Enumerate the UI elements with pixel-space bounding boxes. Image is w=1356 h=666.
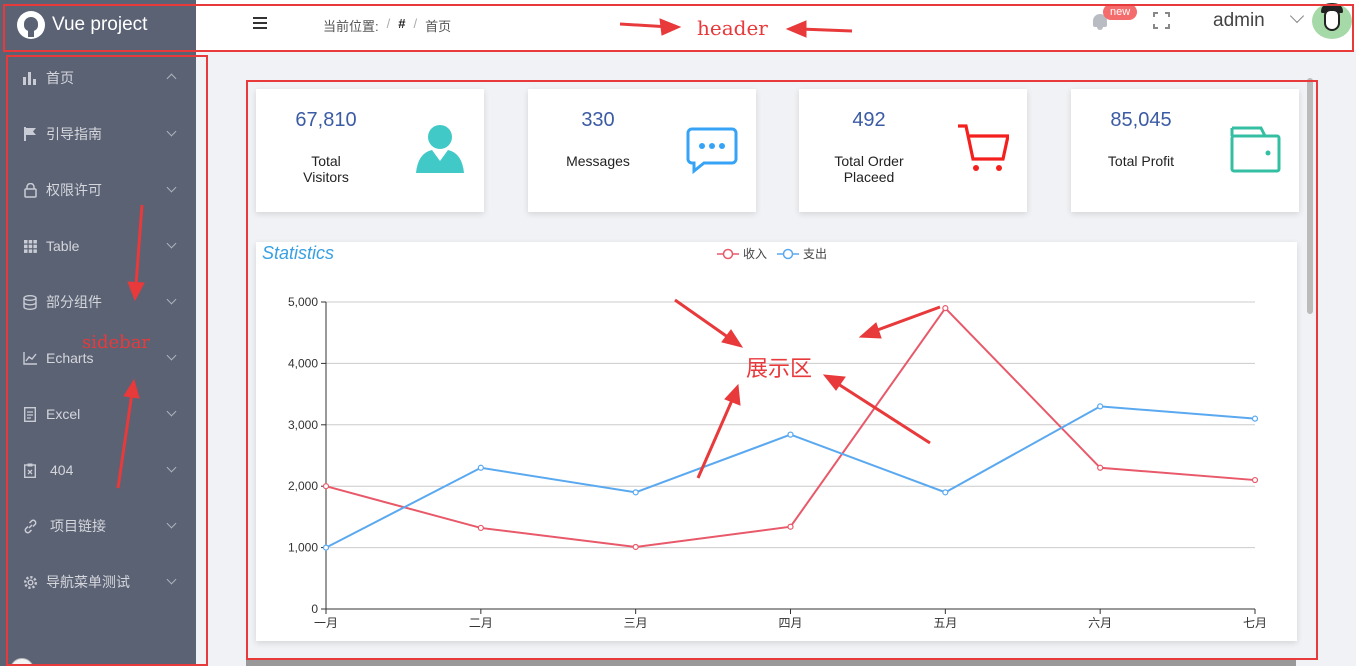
app-root: Vue project 首页 引导指南 权限许可 Table 部分组件 Echa… xyxy=(0,0,1356,666)
annotation-arrows xyxy=(116,18,941,489)
